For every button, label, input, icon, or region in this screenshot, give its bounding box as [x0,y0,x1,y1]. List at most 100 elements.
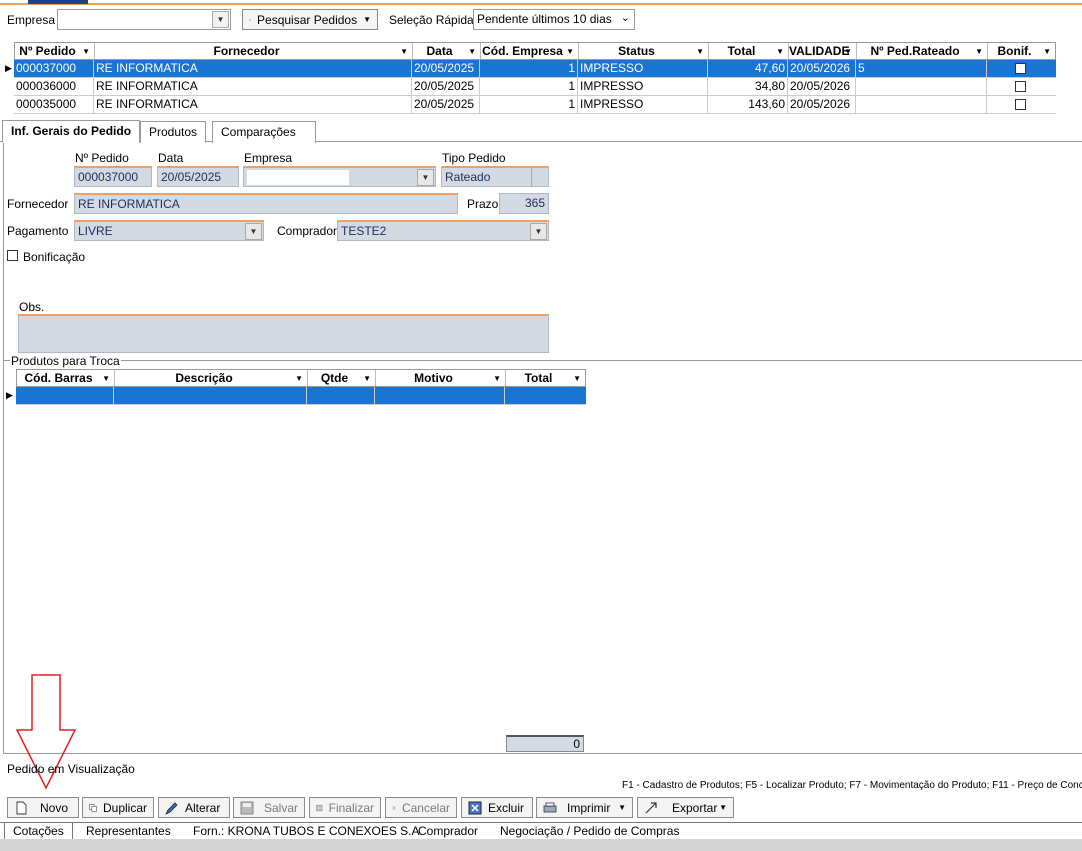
cancel-x-icon [392,805,396,810]
empresa-combo[interactable]: ▼ [57,9,231,30]
col-header-motivo[interactable]: Motivo ▼ [376,370,506,386]
empresa-form-label: Empresa [244,151,293,165]
tab-inf-gerais[interactable]: Inf. Gerais do Pedido [2,120,141,143]
pesquisar-pedidos-button[interactable]: Pesquisar Pedidos ▼ [242,9,378,30]
bonif-checkbox[interactable] [1015,63,1026,75]
troca-total-field: 0 [506,735,584,752]
imprimir-button[interactable]: Imprimir ▼ [536,797,633,818]
top-accent-line [0,0,1082,5]
dropdown-arrow-icon: ▼ [618,803,626,812]
app-logo [28,0,88,4]
orders-grid-body: ▶ 000037000 RE INFORMATICA 20/05/2025 1 … [5,60,1056,114]
bottom-tab-negociacao[interactable]: Negociação / Pedido de Compras [492,823,687,839]
pagamento-combo[interactable]: LIVRE ▼ [74,220,264,241]
pedido-field[interactable]: 000037000 [74,166,152,187]
troca-group-line [4,360,1082,361]
row-pointer-icon: ▶ [5,63,12,73]
chevron-down-icon[interactable]: ▼ [245,223,262,240]
pagamento-label: Pagamento [7,224,69,238]
orders-grid[interactable]: Nº Pedido ▼ Fornecedor ▼ Data ▼ Cód. Empres… [5,42,1056,114]
salvar-button[interactable]: Salvar [233,797,305,818]
troca-group-title: Produtos para Troca [10,354,121,368]
bottom-tab-comprador[interactable]: Comprador [410,823,486,839]
bottom-tab-representantes[interactable]: Representantes [78,823,179,839]
col-header-cod-barras[interactable]: Cód. Barras ▼ [17,370,115,386]
orders-grid-header: Nº Pedido ▼ Fornecedor ▼ Data ▼ Cód. Empres… [14,42,1056,60]
data-field[interactable]: 20/05/2025 [157,166,239,187]
row-pointer-icon: ▶ [6,390,13,400]
col-header-cod-empresa[interactable]: Cód. Empresa ▼ [481,43,579,59]
cancelar-button[interactable]: Cancelar [385,797,457,818]
finalizar-button[interactable]: Finalizar [309,797,381,818]
pesquisar-label: Pesquisar Pedidos [257,12,358,27]
dropdown-arrow-icon: ▼ [363,15,371,24]
tab-comparacoes[interactable]: Comparações [212,121,316,143]
obs-label: Obs. [19,300,45,314]
table-row[interactable]: 000036000 RE INFORMATICA 20/05/2025 1 IM… [14,78,1056,96]
novo-button[interactable]: Novo [7,797,79,818]
troca-grid-header: Cód. Barras ▼ Descrição ▼ Qtde ▼ Motivo ▼ To… [16,369,586,387]
chevron-down-icon[interactable]: ▼ [212,11,229,28]
data-label: Data [158,151,184,165]
col-header-data[interactable]: Data ▼ [413,43,481,59]
bottom-tab-fornecedor[interactable]: Forn.: KRONA TUBOS E CONEXOES S.A [185,823,428,839]
col-header-rateado[interactable]: Nº Ped.Rateado ▼ [857,43,988,59]
status-text: Pedido em Visualização [7,762,135,776]
prazo-field[interactable]: 365 [499,193,549,214]
duplicar-button[interactable]: Duplicar [82,797,154,818]
selecao-rapida-select[interactable]: Pendente últimos 10 dias ⌄ [473,9,635,30]
col-header-total-troca[interactable]: Total ▼ [506,370,585,386]
comprador-combo[interactable]: TESTE2 ▼ [337,220,549,241]
bonif-checkbox[interactable] [1015,81,1026,93]
table-row[interactable]: 000035000 RE INFORMATICA 20/05/2025 1 IM… [14,96,1056,114]
table-row[interactable]: 000037000 RE INFORMATICA 20/05/2025 1 IM… [14,60,1056,78]
tipo-pedido-value: Rateado [445,170,491,184]
pencil-icon [249,18,251,21]
pagamento-value: LIVRE [78,224,113,238]
comprador-label: Comprador [277,224,338,238]
tipo-pedido-button[interactable] [531,168,548,187]
chevron-down-icon[interactable]: ▼ [530,223,547,240]
col-header-qtde[interactable]: Qtde ▼ [308,370,376,386]
col-header-pedido[interactable]: Nº Pedido ▼ [15,43,95,59]
save-icon [240,801,254,814]
duplicate-icon [89,803,97,812]
bottom-status-strip [0,839,1082,851]
excluir-button[interactable]: Excluir [461,797,533,818]
exportar-button[interactable]: Exportar ▼ [637,797,734,818]
edit-pencil-icon [165,801,178,815]
delete-icon [468,801,482,814]
empresa-form-value [247,170,349,185]
dropdown-arrow-icon: ▼ [719,803,727,812]
tab-produtos[interactable]: Produtos [140,121,207,143]
col-header-status[interactable]: Status ▼ [579,43,709,59]
col-header-validade[interactable]: VALIDADE ▼ [789,43,857,59]
col-header-descricao[interactable]: Descrição ▼ [115,370,308,386]
panel-bottom-border [3,753,1082,754]
empresa-form-combo[interactable]: ▼ [243,166,436,187]
troca-grid-body: ▶ [6,387,586,405]
col-header-total[interactable]: Total ▼ [709,43,789,59]
col-header-bonif[interactable]: Bonif. ▼ [988,43,1055,59]
chevron-down-icon[interactable]: ▼ [417,169,434,186]
obs-field[interactable] [18,314,549,353]
export-icon [645,801,657,813]
col-header-fornecedor[interactable]: Fornecedor ▼ [95,43,413,59]
chevron-down-icon: ⌄ [620,12,630,24]
bonificacao-checkbox[interactable] [7,250,18,261]
panel-left-border [3,141,4,753]
selecao-rapida-label: Seleção Rápida [389,13,474,27]
tipo-pedido-label: Tipo Pedido [442,151,506,165]
selecao-rapida-value: Pendente últimos 10 dias [477,12,612,26]
shortcuts-hint: F1 - Cadastro de Produtos; F5 - Localiza… [622,780,1082,791]
troca-grid[interactable]: Cód. Barras ▼ Descrição ▼ Qtde ▼ Motivo ▼ To… [6,369,586,405]
pedido-label: Nº Pedido [75,151,129,165]
bottom-tab-cotacoes[interactable]: Cotações [4,823,73,840]
table-row[interactable] [16,387,586,405]
finalize-icon [316,804,323,811]
prazo-label: Prazo [467,197,499,211]
alterar-button[interactable]: Alterar [158,797,230,818]
tipo-pedido-field[interactable]: Rateado [441,166,549,187]
fornecedor-field[interactable]: RE INFORMATICA [74,193,458,214]
bonif-checkbox[interactable] [1015,99,1026,111]
